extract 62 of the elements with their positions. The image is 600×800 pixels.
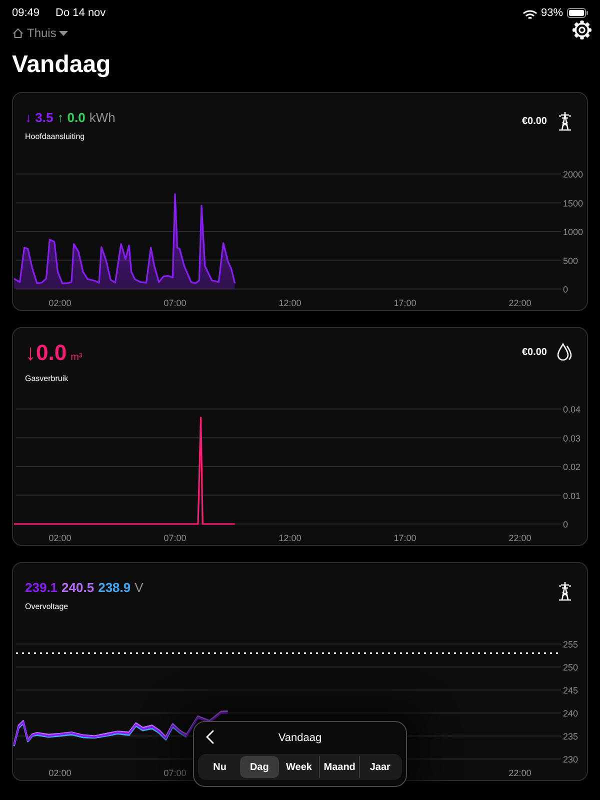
y-axis-label: 0 [563, 520, 568, 530]
y-axis-label: 500 [563, 256, 578, 266]
reading-value: ↑ 0.0 [57, 109, 86, 127]
x-axis-label: 02:00 [48, 298, 72, 308]
home-icon [12, 27, 24, 39]
y-axis-label: 1500 [563, 198, 584, 208]
reading-value: 240.5 [62, 579, 94, 597]
y-axis-label: 1000 [563, 227, 584, 237]
y-axis-label: 245 [563, 686, 578, 696]
x-axis-label: 07:00 [164, 298, 186, 308]
cost-label: €0.00 [522, 114, 547, 128]
page-title: Vandaag [11, 50, 112, 80]
chevron-left-icon [206, 730, 214, 744]
reading-value: 239.1 [25, 579, 58, 597]
meter-label: Gasverbruik [25, 374, 70, 384]
y-axis-label: 2000 [563, 170, 584, 180]
y-axis-label: 250 [563, 662, 578, 672]
x-axis-label: 02:00 [48, 533, 72, 543]
x-axis-label: 17:00 [394, 298, 416, 308]
caret-icon [59, 30, 68, 36]
y-axis-label: 255 [563, 640, 578, 650]
period-tab[interactable]: Nu [200, 756, 240, 778]
y-axis-label: 0.01 [563, 490, 581, 501]
reading-value: 238.9 [98, 579, 131, 597]
x-axis-label: 17:00 [394, 533, 416, 543]
period-tab[interactable]: Dag [240, 756, 280, 778]
x-axis-label: 02:00 [48, 768, 72, 778]
y-axis-label: 240 [563, 708, 578, 718]
reading-value: ↓0.0 [25, 342, 67, 364]
x-axis-label: 07:00 [164, 768, 186, 778]
x-axis-label: 12:00 [278, 533, 302, 543]
battery-icon [567, 8, 588, 18]
x-axis-label: 22:00 [508, 533, 532, 543]
location-dropdown[interactable]: Thuis [12, 24, 68, 42]
cost-label: €0.00 [522, 346, 547, 360]
period-tab[interactable]: Jaar [359, 756, 400, 778]
x-axis-label: 07:00 [164, 533, 186, 543]
x-axis-label: 22:00 [508, 768, 532, 778]
settings-button[interactable] [572, 20, 592, 40]
y-axis-label: 235 [563, 732, 578, 742]
y-axis-label: 0 [563, 284, 568, 294]
unit-label: kWh [89, 109, 116, 127]
status-date: Do 14 nov [56, 6, 106, 21]
reading-value: ↓ 3.5 [25, 109, 54, 127]
wifi-icon [522, 8, 537, 18]
meter-label: Overvoltage [25, 602, 70, 612]
y-axis-label: 0.04 [563, 404, 581, 414]
x-axis-label: 22:00 [508, 298, 532, 308]
y-axis-label: 0.03 [563, 433, 581, 444]
back-button[interactable] [206, 730, 214, 744]
x-axis-label: 12:00 [278, 298, 302, 308]
picker-title: Vandaag [277, 731, 323, 746]
meter-label: Hoofdaansluiting [25, 132, 86, 142]
status-time: 09:49 [12, 6, 40, 21]
period-tab[interactable]: Week [279, 756, 319, 778]
battery-percentage: 93% [540, 6, 563, 21]
unit-label: m³ [70, 351, 82, 365]
unit-label: V [134, 579, 144, 597]
period-tab[interactable]: Maand [318, 756, 360, 778]
y-axis-label: 0.02 [563, 462, 581, 472]
y-axis-label: 230 [563, 754, 578, 764]
settings-icon [572, 20, 592, 40]
